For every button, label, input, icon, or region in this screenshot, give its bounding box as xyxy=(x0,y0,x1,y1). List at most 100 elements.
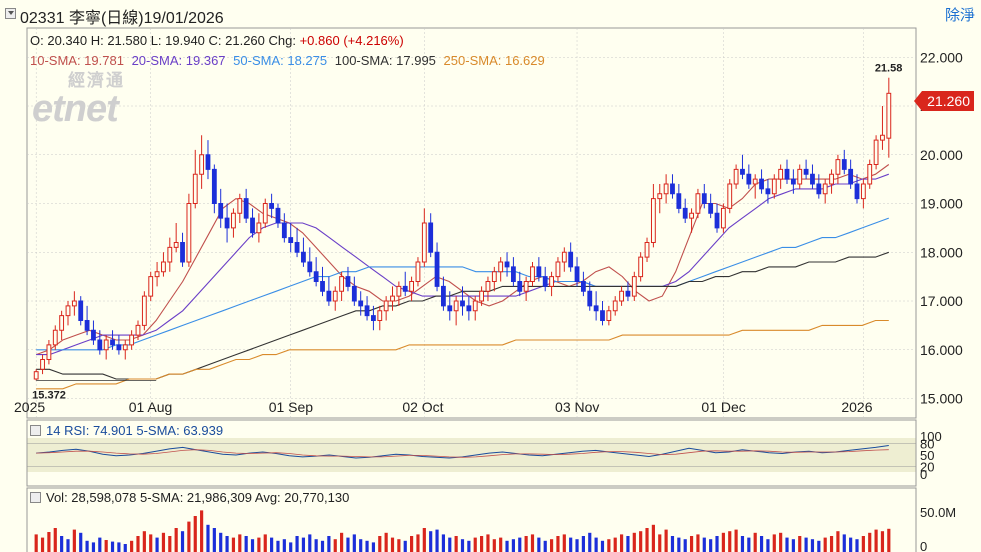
candle-body xyxy=(447,305,453,312)
candle-body xyxy=(428,222,434,253)
candle-body xyxy=(141,295,147,326)
volume-bar xyxy=(193,516,197,552)
candle-body xyxy=(720,207,726,229)
rsi-legend-text: 14 RSI: 74.901 5-SMA: 63.939 xyxy=(46,423,224,438)
candle-body xyxy=(415,261,421,282)
volume-bar xyxy=(721,532,725,552)
volume-bar xyxy=(810,539,815,552)
volume-bar xyxy=(416,534,420,552)
volume-bar xyxy=(231,537,236,552)
candle-body xyxy=(784,168,790,180)
volume-bar xyxy=(85,540,89,552)
candle-body xyxy=(886,92,892,139)
volume-bar xyxy=(874,529,878,552)
volume-bar xyxy=(842,534,846,552)
ohlc-values: O: 20.340 H: 21.580 L: 19.940 C: 21.260 … xyxy=(30,33,296,48)
volume-bar xyxy=(479,536,484,552)
candle-body xyxy=(689,212,694,219)
high-annotation: 21.58 xyxy=(875,63,903,75)
sma-250-label: 250-SMA: 16.629 xyxy=(443,53,545,68)
volume-bar xyxy=(753,532,757,552)
candle-body xyxy=(517,281,523,292)
volume-bar xyxy=(365,540,369,552)
candle-body xyxy=(262,203,268,224)
volume-bar xyxy=(384,532,388,552)
volume-bar xyxy=(537,537,541,552)
sma-10-label: 10-SMA: 19.781 xyxy=(30,53,124,68)
volume-bar xyxy=(626,536,630,552)
volume-bar xyxy=(180,531,185,552)
volume-bar xyxy=(849,537,853,552)
volume-bar xyxy=(123,544,127,552)
price-change: +0.860 (+4.216%) xyxy=(299,33,404,48)
volume-bar xyxy=(390,537,395,552)
candle-body xyxy=(625,290,631,297)
candle-body xyxy=(765,188,771,195)
volume-bar xyxy=(410,536,414,552)
candle-body xyxy=(59,315,65,331)
volume-bar xyxy=(149,534,153,552)
rsi-collapse-icon[interactable] xyxy=(30,425,41,436)
candle-body xyxy=(71,300,77,307)
volume-bar xyxy=(861,536,865,552)
price-panel xyxy=(26,27,917,419)
price-tick-label: 19.000 xyxy=(920,196,963,212)
candle-body xyxy=(822,183,828,195)
candle-body xyxy=(612,300,618,312)
volume-bar xyxy=(696,534,700,552)
price-tick-label: 15.000 xyxy=(920,391,963,407)
last-price-tag: 21.260 xyxy=(914,91,974,111)
candle-body xyxy=(256,222,262,234)
candle-body xyxy=(810,173,815,185)
volume-bar xyxy=(79,532,83,552)
volume-bar xyxy=(435,529,439,552)
candle-body xyxy=(364,305,370,317)
candle-body xyxy=(135,324,141,336)
volume-collapse-icon[interactable] xyxy=(30,492,41,503)
volume-bar xyxy=(467,540,471,552)
candle-body xyxy=(644,242,650,258)
volume-bar xyxy=(785,537,789,552)
volume-bar xyxy=(250,539,255,552)
candle-body xyxy=(790,178,796,185)
candle-body xyxy=(574,266,580,282)
volume-bar xyxy=(817,540,821,552)
candle-body xyxy=(148,276,154,297)
candle-body xyxy=(320,281,325,292)
volume-bar xyxy=(473,537,477,552)
volume-bar xyxy=(47,532,51,552)
price-tick-label: 17.000 xyxy=(920,293,963,309)
candle-body xyxy=(122,344,128,351)
stock-chart[interactable]: 22.00021.00020.00019.00018.00017.00016.0… xyxy=(0,0,981,552)
volume-bar xyxy=(575,539,579,552)
volume-bar xyxy=(212,528,216,552)
volume-bar xyxy=(658,534,662,552)
candle-body xyxy=(377,310,383,321)
volume-bar xyxy=(791,539,795,552)
volume-bar xyxy=(677,537,681,552)
candle-body xyxy=(332,290,338,302)
candle-body xyxy=(873,139,879,165)
volume-bar xyxy=(270,537,274,552)
candle-body xyxy=(542,276,548,287)
candle-body xyxy=(555,261,561,278)
volume-bar xyxy=(263,534,267,552)
candle-body xyxy=(504,261,510,268)
volume-bar xyxy=(174,528,178,552)
volume-bar xyxy=(130,540,134,552)
candle-body xyxy=(841,159,847,170)
x-tick-label: 01 Dec xyxy=(701,399,745,415)
candle-body xyxy=(880,134,885,141)
volume-bar xyxy=(556,536,560,552)
candle-body xyxy=(835,159,841,175)
candle-body xyxy=(650,198,656,243)
candle-body xyxy=(40,359,45,370)
candle-body xyxy=(421,222,427,263)
x-tick-label: 2025 xyxy=(14,399,45,415)
candle-body xyxy=(269,203,275,209)
volume-bar xyxy=(397,539,401,552)
volume-bar xyxy=(314,539,318,552)
volume-bar xyxy=(613,537,617,552)
candle-body xyxy=(65,305,71,317)
volume-bar xyxy=(543,540,547,552)
